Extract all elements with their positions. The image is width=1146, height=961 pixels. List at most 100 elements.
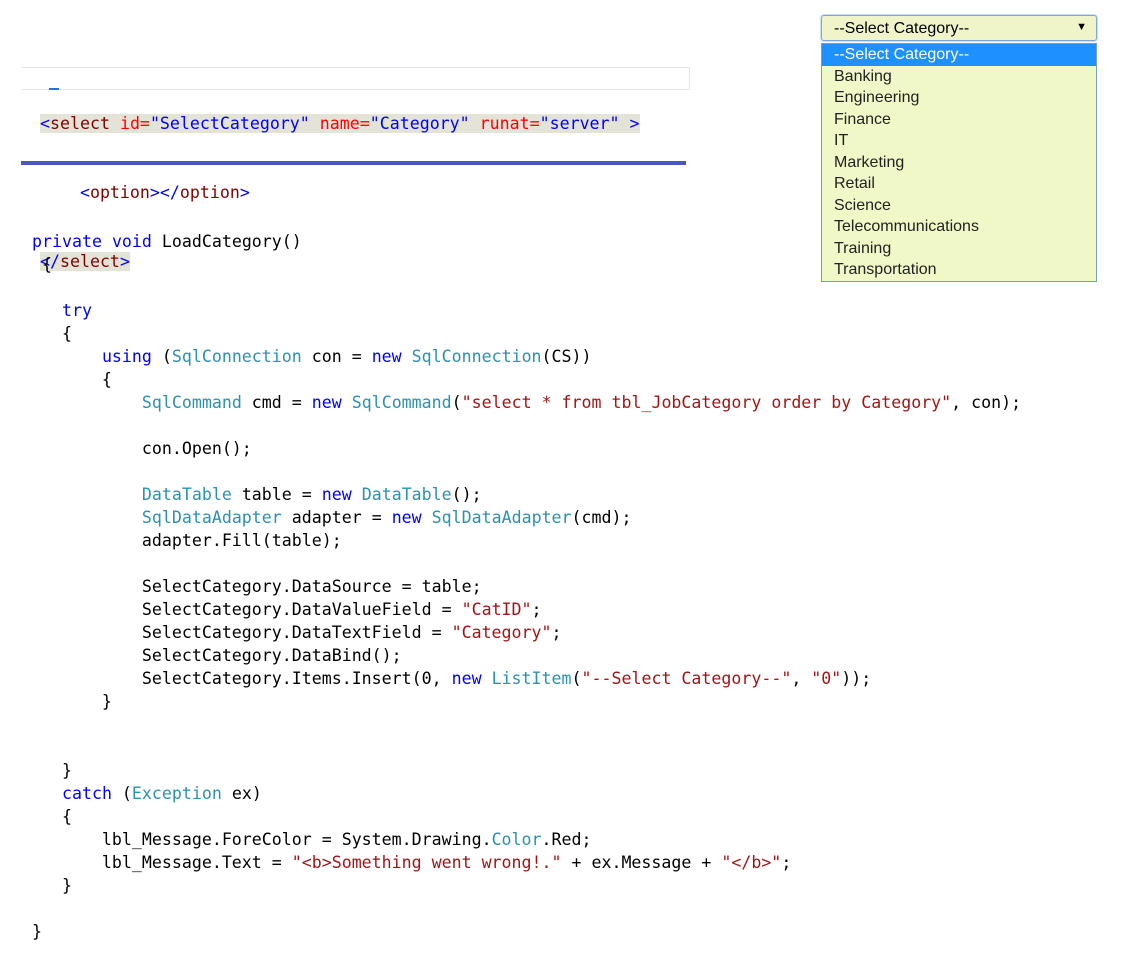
code-token: SqlDataAdapter	[431, 508, 572, 527]
dropdown-option[interactable]: Marketing	[822, 152, 1096, 174]
code-token: void	[111, 232, 152, 251]
code-token: ex)	[221, 784, 262, 803]
code-token: Color	[491, 830, 542, 849]
code-line: DataTable table = new DataTable();	[32, 483, 1021, 506]
code-token: using	[101, 347, 152, 366]
code-token: {	[32, 807, 72, 826]
code-token: }	[32, 922, 42, 941]
code-token: "Category"	[451, 623, 552, 642]
markup-token: "Category"	[369, 114, 470, 133]
code-token: table =	[231, 485, 322, 504]
category-dropdown[interactable]: --Select Category-- ▼ --Select Category-…	[821, 15, 1097, 282]
code-line: SelectCategory.DataValueField = "CatID";	[32, 598, 1021, 621]
code-token: SelectCategory.DataTextField =	[32, 623, 452, 642]
code-token: (	[111, 784, 132, 803]
code-token: LoadCategory()	[151, 232, 302, 251]
code-token: ();	[451, 485, 482, 504]
code-line: SelectCategory.DataSource = table;	[32, 575, 1021, 598]
code-token: }	[32, 876, 72, 895]
code-token: "CatID"	[461, 600, 532, 619]
code-token: ));	[841, 669, 872, 688]
code-token: new	[321, 485, 352, 504]
code-token: catch	[61, 784, 112, 803]
dropdown-option[interactable]: Retail	[822, 173, 1096, 195]
code-line: }	[32, 690, 1021, 713]
code-token: con =	[301, 347, 372, 366]
code-line: try	[32, 299, 1021, 322]
code-line: }	[32, 874, 1021, 897]
category-options-list[interactable]: --Select Category-- Banking Engineering Fin…	[821, 43, 1097, 282]
code-token: (CS))	[541, 347, 592, 366]
code-token: Exception	[131, 784, 222, 803]
code-line: con.Open();	[32, 437, 1021, 460]
code-token: SqlConnection	[171, 347, 302, 366]
csharp-code-block: private void LoadCategory() { try { usin…	[32, 230, 1021, 943]
code-token: SelectCategory.DataBind();	[32, 646, 402, 665]
code-token: SelectCategory.Items.Insert(0,	[32, 669, 452, 688]
code-line: catch (Exception ex)	[32, 782, 1021, 805]
code-token: new	[371, 347, 402, 366]
dropdown-option[interactable]: Science	[822, 195, 1096, 217]
dropdown-option[interactable]: Banking	[822, 66, 1096, 88]
section-divider	[21, 161, 686, 165]
code-token: lbl_Message.ForeColor = System.Drawing.	[32, 830, 492, 849]
code-token: new	[311, 393, 342, 412]
markup-token: >	[619, 114, 640, 133]
code-token: try	[61, 301, 92, 320]
code-token: SqlCommand	[141, 393, 242, 412]
code-line: SelectCategory.DataBind();	[32, 644, 1021, 667]
code-token: adapter =	[281, 508, 392, 527]
markup-token: name=	[319, 114, 370, 133]
markup-line-option: <option></option>	[40, 181, 640, 204]
code-token: ;	[551, 623, 562, 642]
markup-line-select-open: <select id="SelectCategory" name="Catego…	[40, 112, 640, 135]
code-token: {	[32, 324, 72, 343]
code-token: new	[391, 508, 422, 527]
code-token: cmd =	[241, 393, 312, 412]
code-token: , con);	[951, 393, 1022, 412]
markup-token: option	[89, 183, 150, 202]
code-token: SelectCategory.DataSource = table;	[32, 577, 482, 596]
markup-token: "server"	[539, 114, 620, 133]
markup-token: runat=	[479, 114, 540, 133]
markup-token	[310, 114, 320, 133]
dropdown-option[interactable]: Transportation	[822, 259, 1096, 281]
code-token: "0"	[811, 669, 842, 688]
dropdown-option[interactable]: Telecommunications	[822, 216, 1096, 238]
markup-token	[470, 114, 480, 133]
dropdown-option[interactable]: IT	[822, 130, 1096, 152]
code-token: ;	[781, 853, 792, 872]
code-line: {	[32, 322, 1021, 345]
code-token: DataTable	[141, 485, 232, 504]
dropdown-option[interactable]: Engineering	[822, 87, 1096, 109]
code-token: ,	[791, 669, 812, 688]
chevron-down-icon[interactable]: ▼	[1076, 21, 1087, 33]
code-token: SelectCategory.DataValueField =	[32, 600, 462, 619]
markup-token: ></	[149, 183, 180, 202]
code-token: adapter.Fill(table);	[32, 531, 342, 550]
code-token: SqlConnection	[411, 347, 542, 366]
dropdown-option[interactable]: Training	[822, 238, 1096, 260]
dropdown-option[interactable]: Finance	[822, 109, 1096, 131]
code-token: "<b>Something went wrong!."	[291, 853, 562, 872]
text-caret-marker	[49, 88, 59, 90]
dropdown-option[interactable]: --Select Category--	[822, 44, 1096, 66]
code-line: SqlCommand cmd = new SqlCommand("select …	[32, 391, 1021, 414]
code-token: SqlDataAdapter	[141, 508, 282, 527]
code-token: (	[451, 393, 462, 412]
code-token: .Red;	[541, 830, 592, 849]
code-token: con.Open();	[32, 439, 252, 458]
code-token: (cmd);	[571, 508, 632, 527]
category-select-box[interactable]: --Select Category-- ▼	[821, 15, 1097, 41]
selected-value: --Select Category--	[834, 20, 970, 37]
